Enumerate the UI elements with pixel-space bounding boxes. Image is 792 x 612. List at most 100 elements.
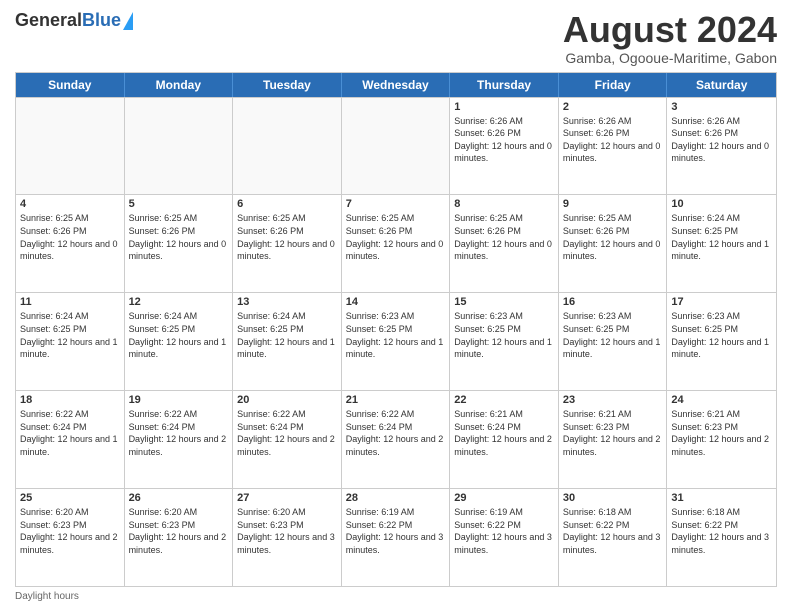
day-number: 22 — [454, 394, 554, 406]
day-number: 16 — [563, 296, 663, 308]
calendar-row: 4 Sunrise: 6:25 AM Sunset: 6:26 PM Daylig… — [16, 194, 776, 292]
cell-info: Sunrise: 6:18 AM Sunset: 6:22 PM Dayligh… — [563, 506, 663, 556]
cell-info: Sunrise: 6:25 AM Sunset: 6:26 PM Dayligh… — [346, 212, 446, 262]
day-header-saturday: Saturday — [667, 73, 776, 97]
table-row: 15 Sunrise: 6:23 AM Sunset: 6:25 PM Dayli… — [450, 293, 559, 390]
table-row: 1 Sunrise: 6:26 AM Sunset: 6:26 PM Daylig… — [450, 98, 559, 195]
day-number: 23 — [563, 394, 663, 406]
day-number: 17 — [671, 296, 772, 308]
cell-info: Sunrise: 6:25 AM Sunset: 6:26 PM Dayligh… — [20, 212, 120, 262]
day-header-tuesday: Tuesday — [233, 73, 342, 97]
cell-info: Sunrise: 6:21 AM Sunset: 6:23 PM Dayligh… — [563, 408, 663, 458]
day-number: 4 — [20, 198, 120, 210]
header: General Blue August 2024 Gamba, Ogooue-M… — [15, 10, 777, 66]
day-number: 10 — [671, 198, 772, 210]
cell-info: Sunrise: 6:23 AM Sunset: 6:25 PM Dayligh… — [671, 310, 772, 360]
table-row: 7 Sunrise: 6:25 AM Sunset: 6:26 PM Daylig… — [342, 195, 451, 292]
logo-general-text: General — [15, 10, 82, 31]
day-number: 20 — [237, 394, 337, 406]
day-number: 24 — [671, 394, 772, 406]
table-row — [125, 98, 234, 195]
calendar-body: 1 Sunrise: 6:26 AM Sunset: 6:26 PM Daylig… — [16, 97, 776, 586]
cell-info: Sunrise: 6:23 AM Sunset: 6:25 PM Dayligh… — [563, 310, 663, 360]
table-row: 12 Sunrise: 6:24 AM Sunset: 6:25 PM Dayli… — [125, 293, 234, 390]
table-row: 17 Sunrise: 6:23 AM Sunset: 6:25 PM Dayli… — [667, 293, 776, 390]
cell-info: Sunrise: 6:26 AM Sunset: 6:26 PM Dayligh… — [563, 115, 663, 165]
cell-info: Sunrise: 6:26 AM Sunset: 6:26 PM Dayligh… — [454, 115, 554, 165]
table-row: 4 Sunrise: 6:25 AM Sunset: 6:26 PM Daylig… — [16, 195, 125, 292]
cell-info: Sunrise: 6:22 AM Sunset: 6:24 PM Dayligh… — [237, 408, 337, 458]
calendar-row: 18 Sunrise: 6:22 AM Sunset: 6:24 PM Dayli… — [16, 390, 776, 488]
table-row: 25 Sunrise: 6:20 AM Sunset: 6:23 PM Dayli… — [16, 489, 125, 586]
table-row: 11Sunrise: 6:24 AM Sunset: 6:25 PM Dayli… — [16, 293, 125, 390]
logo: General Blue — [15, 10, 133, 31]
table-row: 9Sunrise: 6:25 AM Sunset: 6:26 PM Daylig… — [559, 195, 668, 292]
table-row: 18 Sunrise: 6:22 AM Sunset: 6:24 PM Dayli… — [16, 391, 125, 488]
table-row: 22 Sunrise: 6:21 AM Sunset: 6:24 PM Dayli… — [450, 391, 559, 488]
table-row: 6Sunrise: 6:25 AM Sunset: 6:26 PM Daylig… — [233, 195, 342, 292]
day-header-friday: Friday — [559, 73, 668, 97]
table-row: 14Sunrise: 6:23 AM Sunset: 6:25 PM Dayli… — [342, 293, 451, 390]
day-number: 31 — [671, 492, 772, 504]
cell-info: Sunrise: 6:24 AM Sunset: 6:25 PM Dayligh… — [237, 310, 337, 360]
cell-info: Sunrise: 6:20 AM Sunset: 6:23 PM Dayligh… — [237, 506, 337, 556]
table-row: 20 Sunrise: 6:22 AM Sunset: 6:24 PM Dayli… — [233, 391, 342, 488]
cell-info: Sunrise: 6:23 AM Sunset: 6:25 PM Dayligh… — [454, 310, 554, 360]
day-number: 2 — [563, 101, 663, 113]
table-row: 30 Sunrise: 6:18 AM Sunset: 6:22 PM Dayli… — [559, 489, 668, 586]
day-number: 13 — [237, 296, 337, 308]
cell-info: Sunrise: 6:18 AM Sunset: 6:22 PM Dayligh… — [671, 506, 772, 556]
day-number: 1 — [454, 101, 554, 113]
table-row: 13 Sunrise: 6:24 AM Sunset: 6:25 PM Dayli… — [233, 293, 342, 390]
table-row: 31 Sunrise: 6:18 AM Sunset: 6:22 PM Dayli… — [667, 489, 776, 586]
calendar-header: SundayMondayTuesdayWednesdayThursdayFrid… — [16, 73, 776, 97]
cell-info: Sunrise: 6:24 AM Sunset: 6:25 PM Dayligh… — [671, 212, 772, 262]
day-number: 12 — [129, 296, 229, 308]
cell-info: Sunrise: 6:21 AM Sunset: 6:23 PM Dayligh… — [671, 408, 772, 458]
day-number: 27 — [237, 492, 337, 504]
cell-info: Sunrise: 6:22 AM Sunset: 6:24 PM Dayligh… — [346, 408, 446, 458]
table-row: 3Sunrise: 6:26 AM Sunset: 6:26 PM Daylig… — [667, 98, 776, 195]
logo-blue-text: Blue — [82, 10, 121, 31]
cell-info: Sunrise: 6:22 AM Sunset: 6:24 PM Dayligh… — [20, 408, 120, 458]
day-number: 28 — [346, 492, 446, 504]
table-row: 5Sunrise: 6:25 AM Sunset: 6:26 PM Daylig… — [125, 195, 234, 292]
day-header-sunday: Sunday — [16, 73, 125, 97]
day-number: 7 — [346, 198, 446, 210]
day-number: 26 — [129, 492, 229, 504]
day-number: 18 — [20, 394, 120, 406]
table-row: 24 Sunrise: 6:21 AM Sunset: 6:23 PM Dayli… — [667, 391, 776, 488]
cell-info: Sunrise: 6:20 AM Sunset: 6:23 PM Dayligh… — [129, 506, 229, 556]
footer-note: Daylight hours — [15, 591, 777, 602]
cell-info: Sunrise: 6:23 AM Sunset: 6:25 PM Dayligh… — [346, 310, 446, 360]
calendar-row: 1 Sunrise: 6:26 AM Sunset: 6:26 PM Daylig… — [16, 97, 776, 195]
cell-info: Sunrise: 6:24 AM Sunset: 6:25 PM Dayligh… — [129, 310, 229, 360]
subtitle: Gamba, Ogooue-Maritime, Gabon — [563, 50, 777, 66]
table-row: 29Sunrise: 6:19 AM Sunset: 6:22 PM Dayli… — [450, 489, 559, 586]
table-row: 21Sunrise: 6:22 AM Sunset: 6:24 PM Dayli… — [342, 391, 451, 488]
table-row — [342, 98, 451, 195]
cell-info: Sunrise: 6:21 AM Sunset: 6:24 PM Dayligh… — [454, 408, 554, 458]
table-row: 19Sunrise: 6:22 AM Sunset: 6:24 PM Dayli… — [125, 391, 234, 488]
day-number: 6 — [237, 198, 337, 210]
day-number: 9 — [563, 198, 663, 210]
table-row: 28 Sunrise: 6:19 AM Sunset: 6:22 PM Dayli… — [342, 489, 451, 586]
table-row: 16 Sunrise: 6:23 AM Sunset: 6:25 PM Dayli… — [559, 293, 668, 390]
table-row: 26 Sunrise: 6:20 AM Sunset: 6:23 PM Dayli… — [125, 489, 234, 586]
cell-info: Sunrise: 6:25 AM Sunset: 6:26 PM Dayligh… — [454, 212, 554, 262]
day-header-wednesday: Wednesday — [342, 73, 451, 97]
day-header-monday: Monday — [125, 73, 234, 97]
cell-info: Sunrise: 6:19 AM Sunset: 6:22 PM Dayligh… — [346, 506, 446, 556]
day-number: 25 — [20, 492, 120, 504]
day-header-thursday: Thursday — [450, 73, 559, 97]
day-number: 5 — [129, 198, 229, 210]
day-number: 29 — [454, 492, 554, 504]
table-row: 27 Sunrise: 6:20 AM Sunset: 6:23 PM Dayli… — [233, 489, 342, 586]
table-row: 2 Sunrise: 6:26 AM Sunset: 6:26 PM Daylig… — [559, 98, 668, 195]
day-number: 15 — [454, 296, 554, 308]
day-number: 11 — [20, 296, 120, 308]
day-number: 30 — [563, 492, 663, 504]
table-row: 23 Sunrise: 6:21 AM Sunset: 6:23 PM Dayli… — [559, 391, 668, 488]
table-row: 10 Sunrise: 6:24 AM Sunset: 6:25 PM Dayli… — [667, 195, 776, 292]
cell-info: Sunrise: 6:20 AM Sunset: 6:23 PM Dayligh… — [20, 506, 120, 556]
